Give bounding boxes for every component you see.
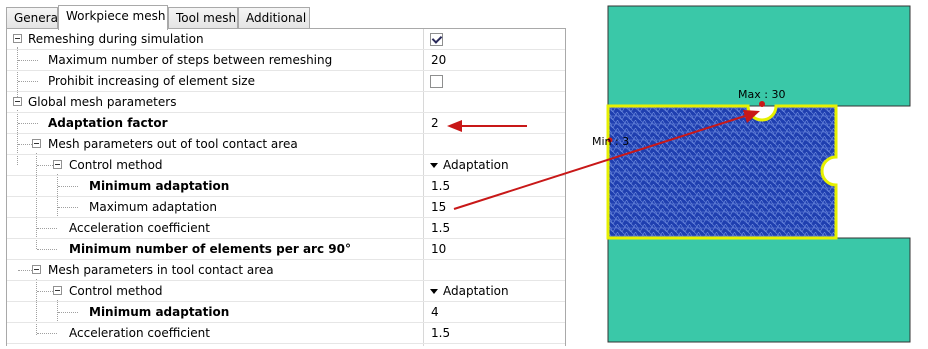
property-label: Acceleration coefficient <box>69 221 210 235</box>
property-label: Remeshing during simulation <box>28 32 204 46</box>
tab-workpiece-mesh[interactable]: Workpiece mesh <box>58 5 168 30</box>
dropdown-arrow-icon[interactable] <box>430 163 438 168</box>
property-value[interactable]: Adaptation <box>443 158 509 172</box>
row-minimum-adaptation-contact[interactable]: Minimum adaptation 4 <box>7 302 565 323</box>
tree-branch <box>37 228 57 229</box>
property-label: Minimum adaptation <box>89 179 230 193</box>
property-value[interactable]: 4 <box>431 305 439 319</box>
row-adaptation-factor[interactable]: Adaptation factor 2 <box>7 113 565 134</box>
tree-branch <box>37 291 53 292</box>
tab-additional[interactable]: Additional <box>238 7 310 28</box>
tree-branch <box>18 123 38 124</box>
property-value[interactable]: 20 <box>431 53 446 67</box>
row-minimum-adaptation[interactable]: Minimum adaptation 1.5 <box>7 176 565 197</box>
row-acceleration-coefficient[interactable]: Acceleration coefficient 1.5 <box>7 218 565 239</box>
tree-branch <box>58 312 78 313</box>
lower-tool <box>607 237 911 343</box>
row-maximum-adaptation[interactable]: Maximum adaptation 15 <box>7 197 565 218</box>
property-value[interactable]: 15 <box>431 200 446 214</box>
tree-branch <box>18 60 38 61</box>
collapse-icon[interactable] <box>53 286 62 295</box>
workpiece-mesh <box>606 104 838 240</box>
property-label: Mesh parameters in tool contact area <box>48 263 274 277</box>
mesh-view-svg: Max : 30 Min : 3 <box>592 5 911 343</box>
remeshing-checkbox[interactable] <box>430 33 443 46</box>
property-label: Minimum number of elements per arc 90° <box>69 242 351 256</box>
min-label: Min : 3 <box>592 135 629 148</box>
property-label: Acceleration coefficient <box>69 326 210 340</box>
max-label: Max : 30 <box>738 88 785 101</box>
tree-branch <box>37 333 57 334</box>
row-mesh-params-out-of-contact[interactable]: Mesh parameters out of tool contact area <box>7 134 565 155</box>
property-label: Control method <box>69 158 163 172</box>
property-label: Prohibit increasing of element size <box>48 74 255 88</box>
collapse-icon[interactable] <box>13 97 22 106</box>
tree-branch <box>37 165 53 166</box>
property-label: Minimum adaptation <box>89 305 230 319</box>
max-point-marker <box>759 101 765 107</box>
property-grid: Remeshing during simulation Maximum numb… <box>6 29 566 346</box>
property-value[interactable]: 1.5 <box>431 326 450 340</box>
property-label: Global mesh parameters <box>28 95 177 109</box>
mesh-viewport[interactable]: Max : 30 Min : 3 <box>568 0 928 346</box>
row-remeshing-during-simulation[interactable]: Remeshing during simulation <box>7 29 565 50</box>
collapse-icon[interactable] <box>53 160 62 169</box>
property-value[interactable]: 2 <box>431 116 439 130</box>
collapse-icon[interactable] <box>32 265 41 274</box>
tree-branch <box>37 249 57 250</box>
row-control-method-contact[interactable]: Control method Adaptation <box>7 281 565 302</box>
row-acceleration-coefficient-contact[interactable]: Acceleration coefficient 1.5 <box>7 323 565 344</box>
property-label: Maximum adaptation <box>89 200 217 214</box>
property-value[interactable]: 1.5 <box>431 179 450 193</box>
row-control-method[interactable]: Control method Adaptation <box>7 155 565 176</box>
row-max-steps-between-remeshing[interactable]: Maximum number of steps between remeshin… <box>7 50 565 71</box>
tree-branch <box>58 207 78 208</box>
settings-panel: General Workpiece mesh Tool mesh Additio… <box>0 0 568 346</box>
row-global-mesh-parameters[interactable]: Global mesh parameters <box>7 92 565 113</box>
property-value[interactable]: Adaptation <box>443 284 509 298</box>
prohibit-increase-checkbox[interactable] <box>430 75 443 88</box>
property-value[interactable]: 10 <box>431 242 446 256</box>
tab-general[interactable]: General <box>6 7 61 28</box>
property-label: Mesh parameters out of tool contact area <box>48 137 298 151</box>
property-label: Maximum number of steps between remeshin… <box>48 53 333 67</box>
tree-branch <box>18 144 32 145</box>
row-prohibit-increasing-element-size[interactable]: Prohibit increasing of element size <box>7 71 565 92</box>
collapse-icon[interactable] <box>13 34 22 43</box>
property-value[interactable]: 1.5 <box>431 221 450 235</box>
row-min-elements-per-arc[interactable]: Minimum number of elements per arc 90° 1… <box>7 239 565 260</box>
dropdown-arrow-icon[interactable] <box>430 289 438 294</box>
tree-branch <box>58 186 78 187</box>
tree-branch <box>18 81 38 82</box>
property-label: Adaptation factor <box>48 116 168 130</box>
collapse-icon[interactable] <box>32 139 41 148</box>
tab-tool-mesh[interactable]: Tool mesh <box>168 7 238 28</box>
row-mesh-params-in-contact[interactable]: Mesh parameters in tool contact area <box>7 260 565 281</box>
property-label: Control method <box>69 284 163 298</box>
tree-branch <box>18 270 32 271</box>
